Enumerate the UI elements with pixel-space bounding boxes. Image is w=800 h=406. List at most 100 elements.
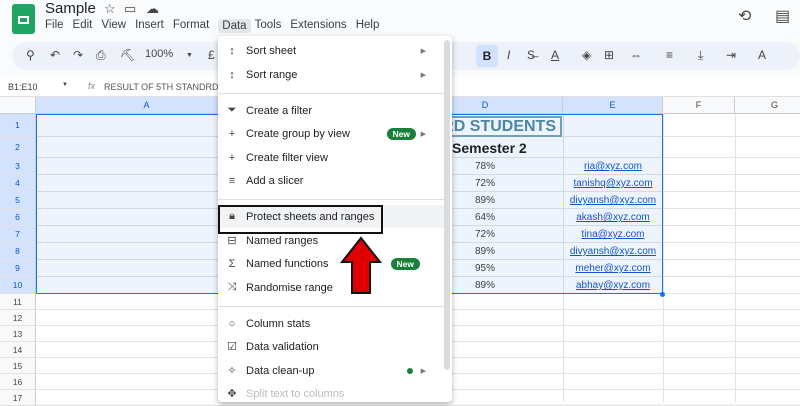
select-all-corner[interactable] — [0, 97, 36, 114]
doc-title[interactable]: Sample — [45, 0, 96, 17]
menu-item-data-clean-up[interactable]: ✧ Data clean-up ▶ — [218, 359, 444, 382]
cloud-icon[interactable]: ☁ — [146, 1, 159, 17]
rotate-icon[interactable]: A — [758, 48, 766, 62]
strikethrough-icon[interactable]: S̶ — [527, 48, 535, 62]
row-header-8[interactable]: 8 — [0, 243, 36, 260]
email-link[interactable]: meher@xyz.com — [563, 263, 663, 274]
named-ranges-icon: ⊟ — [227, 235, 237, 247]
email-link[interactable]: tina@xyz.com — [563, 229, 663, 240]
folder-icon[interactable]: ▭ — [124, 1, 136, 17]
menu-item-label: Create filter view — [246, 151, 328, 164]
menu-data[interactable]: Data — [218, 19, 251, 33]
row-header-11[interactable]: 11 — [0, 294, 36, 310]
row-header-1[interactable]: 1 — [0, 114, 36, 137]
menu-item-column-stats[interactable]: ○ Column stats — [218, 312, 444, 335]
email-link[interactable]: divyansh@xyz.com — [563, 246, 663, 257]
menu-item-create-filter-view[interactable]: + Create filter view — [218, 146, 444, 169]
star-icon[interactable]: ☆ — [104, 1, 116, 17]
row-header-9[interactable]: 9 — [0, 260, 36, 277]
score-cell[interactable]: 72% — [450, 178, 520, 189]
column-header-f[interactable]: F — [663, 97, 735, 114]
menu-format[interactable]: Format — [173, 19, 214, 33]
row-header-17[interactable]: 17 — [0, 390, 36, 406]
bold-button[interactable]: B — [476, 45, 498, 67]
row-header-2[interactable]: 2 — [0, 137, 36, 158]
history-icon[interactable]: ⟲ — [738, 6, 751, 26]
name-box[interactable]: B1:E10 — [8, 82, 38, 92]
menu-item-sort-sheet[interactable]: ↕ Sort sheet ▶ — [218, 39, 444, 62]
italic-button[interactable]: I — [507, 48, 510, 62]
score-cell[interactable]: 72% — [450, 229, 520, 240]
menu-view[interactable]: View — [101, 19, 131, 33]
row-header-15[interactable]: 15 — [0, 358, 36, 374]
new-badge: New — [386, 127, 416, 140]
score-cell[interactable]: 89% — [450, 195, 520, 206]
menu-file[interactable]: File — [45, 19, 69, 33]
paint-format-icon[interactable]: ⛏ — [120, 48, 135, 62]
chevron-down-icon[interactable]: ▼ — [186, 52, 193, 59]
menu-item-add-a-slicer[interactable]: ≡ Add a slicer — [218, 169, 444, 192]
submenu-arrow-icon: ▶ — [420, 130, 426, 138]
row-header-14[interactable]: 14 — [0, 342, 36, 358]
align-icon[interactable]: ≡ — [666, 48, 673, 62]
menu-insert[interactable]: Insert — [135, 19, 169, 33]
chevron-down-icon[interactable]: ▼ — [62, 82, 68, 88]
menu-divider — [218, 93, 444, 94]
menu-help[interactable]: Help — [356, 19, 385, 33]
currency-button[interactable]: £ — [208, 48, 215, 62]
score-cell[interactable]: 89% — [450, 280, 520, 291]
menu-item-randomise-range[interactable]: ⤨ Randomise range — [218, 276, 444, 299]
row-header-6[interactable]: 6 — [0, 209, 36, 226]
menu-item-label: Column stats — [246, 317, 311, 330]
menu-edit[interactable]: Edit — [73, 19, 98, 33]
menu-item-create-a-filter[interactable]: ⏷ Create a filter — [218, 99, 444, 122]
menu-item-create-group-by-view[interactable]: + Create group by view New ▶ — [218, 122, 444, 145]
row-header-4[interactable]: 4 — [0, 175, 36, 192]
menu-tools[interactable]: Tools — [255, 19, 287, 33]
email-link[interactable]: divyansh@xyz.com — [563, 195, 663, 206]
menu-item-label: Create group by view — [246, 127, 350, 140]
formula-input[interactable]: RESULT OF 5TH STANDRD ST — [104, 82, 233, 92]
column-header-g[interactable]: G — [735, 97, 800, 114]
fill-color-icon[interactable]: ◈ — [582, 48, 591, 62]
sort-icon: ↕ — [229, 44, 235, 57]
merge-icon[interactable]: ⇔ — [630, 48, 642, 62]
column-header-e[interactable]: E — [563, 97, 663, 114]
score-cell[interactable]: 64% — [450, 212, 520, 223]
row-header-10[interactable]: 10 — [0, 277, 36, 294]
email-link[interactable]: abhay@xyz.com — [563, 280, 663, 291]
menu-scrollbar[interactable] — [444, 40, 450, 370]
menu-extensions[interactable]: Extensions — [290, 19, 351, 33]
fill-handle[interactable] — [660, 292, 665, 297]
row-header-16[interactable]: 16 — [0, 374, 36, 390]
email-link[interactable]: ria@xyz.com — [563, 161, 663, 172]
comments-icon[interactable]: ▤ — [775, 6, 790, 26]
score-cell[interactable]: 78% — [450, 161, 520, 172]
redo-icon[interactable]: ↷ — [73, 48, 83, 62]
semester-header[interactable]: Semester 2 — [452, 140, 527, 156]
email-link[interactable]: akash@xyz.com — [563, 212, 663, 223]
row-header-5[interactable]: 5 — [0, 192, 36, 209]
wrap-icon[interactable]: ⇥ — [726, 48, 736, 62]
borders-icon[interactable]: ⊞ — [604, 48, 614, 62]
submenu-arrow-icon: ▶ — [420, 47, 426, 55]
score-cell[interactable]: 95% — [450, 263, 520, 274]
sheets-logo[interactable] — [12, 4, 35, 34]
zoom-select[interactable]: 100% — [145, 48, 173, 60]
menu-item-data-validation[interactable]: ☑ Data validation — [218, 335, 444, 358]
print-icon[interactable]: ⎙ — [96, 48, 106, 63]
undo-icon[interactable]: ↶ — [50, 48, 60, 62]
row-header-12[interactable]: 12 — [0, 310, 36, 326]
email-link[interactable]: tanishq@xyz.com — [563, 178, 663, 189]
menu-item-named-functions[interactable]: Σ Named functions New — [218, 252, 444, 275]
score-cell[interactable]: 89% — [450, 246, 520, 257]
menu-item-sort-range[interactable]: ↕ Sort range ▶ — [218, 63, 444, 86]
valign-icon[interactable]: ⤓ — [698, 48, 703, 63]
text-color-icon[interactable]: A — [551, 48, 559, 62]
menu-divider — [218, 306, 444, 307]
row-header-3[interactable]: 3 — [0, 158, 36, 175]
row-header-13[interactable]: 13 — [0, 326, 36, 342]
menu-item-label: Named ranges — [246, 234, 319, 247]
row-header-7[interactable]: 7 — [0, 226, 36, 243]
search-icon[interactable]: ⚲ — [26, 48, 35, 62]
